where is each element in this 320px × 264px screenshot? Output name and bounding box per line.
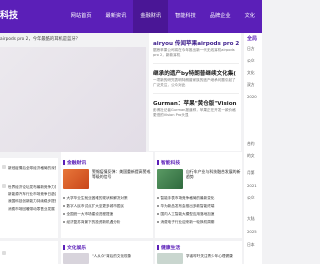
news-link-text: 全国统一大市场建设进程提速 xyxy=(66,212,114,216)
news-image[interactable] xyxy=(63,253,89,264)
sidebar-item[interactable]: 双方 xyxy=(247,82,255,88)
page: 科技 网站首页 最新资讯 金融财讯 智能科技 品牌企业 文化 airpods p… xyxy=(0,0,262,264)
section-accent xyxy=(63,160,65,165)
top-navbar: 科技 网站首页 最新资讯 金融财讯 智能科技 品牌企业 文化 xyxy=(0,0,262,33)
news-link[interactable]: 全国统一大市场建设进程提速 xyxy=(63,212,151,217)
section-accent xyxy=(157,160,159,165)
sidebar-item[interactable]: 日本 xyxy=(247,242,255,248)
section-title[interactable]: 文化娱乐 xyxy=(67,244,86,251)
section-culture: 文化娱乐 "人从众"背后的文化现象 xyxy=(61,241,153,264)
bullet-icon xyxy=(157,213,159,215)
news-link[interactable]: 数字人民币试点扩大至更多城市居民 xyxy=(63,204,151,209)
news-link-text: 数字人民币试点扩大至更多城市居民 xyxy=(66,204,125,208)
section-health: 健康生活 学者呼吁关注青少年心理健康 xyxy=(155,241,242,264)
news-image[interactable] xyxy=(63,169,89,189)
news-link[interactable]: 世界经济论坛发布最新竞争力排名 xyxy=(8,185,56,190)
section-tech: 智能科技 自行车产业与科技融合发展的新趋势 智能手表市场竞争格局的最新变化 华为… xyxy=(155,152,242,238)
news-link[interactable]: 经济复苏背景下的投资新机遇分析 xyxy=(63,220,151,225)
section-title[interactable]: 金融财讯 xyxy=(67,159,86,166)
news-link[interactable]: 智能手表市场竞争格局的最新变化 xyxy=(157,196,241,201)
sidebar-item[interactable]: 公众 xyxy=(247,58,255,64)
section-accent xyxy=(157,245,159,250)
headline-card: airyou 传闻苹果airpods pro 2， 据悉苹果公司将在今年推出新一… xyxy=(149,33,241,151)
headline-desc: 一项新的研究表明特朗普家族的遗产继承问题引起了广泛关注，公众对此 xyxy=(153,78,236,87)
nav-finance[interactable]: 金融财讯 xyxy=(133,0,169,33)
bullet-icon xyxy=(157,221,159,223)
news-link[interactable]: 新能源汽车行业市场竞争日趋激烈 xyxy=(8,192,56,197)
section-accent xyxy=(63,245,65,250)
sidebar-item[interactable]: 2020 xyxy=(247,94,257,99)
sidebar-item[interactable]: 公众 xyxy=(247,195,255,201)
divider xyxy=(153,63,239,64)
lead-news-title[interactable]: 学者呼吁关注青少年心理健康 xyxy=(186,254,241,259)
lead-news-title[interactable]: 警惕疫情反弹：美国重新提高警戒等级的信号 xyxy=(92,169,152,189)
headline-title[interactable]: Gurman：苹果"黄仓版"Vision xyxy=(153,99,239,107)
news-image[interactable] xyxy=(157,169,183,189)
site-logo[interactable]: 科技 xyxy=(0,8,18,24)
news-link-text: 国内人工智能大模型应用落地加速 xyxy=(160,212,215,216)
sidebar-item[interactable]: 文化 xyxy=(247,70,255,76)
news-link[interactable]: 华为新品发布会推出多款智能终端 xyxy=(157,204,241,209)
nav-tech[interactable]: 智能科技 xyxy=(168,0,203,33)
lead-news-title[interactable]: "人从众"背后的文化现象 xyxy=(92,254,152,259)
bullet-icon xyxy=(63,213,65,215)
nav-latest[interactable]: 最新资讯 xyxy=(99,0,134,33)
sidebar-item[interactable]: 的文 xyxy=(247,153,255,159)
news-link-text: 消费电子行业迎来新一轮换机周期 xyxy=(160,220,215,224)
nav-home[interactable]: 网站首页 xyxy=(64,0,99,33)
left-news-card: 新冠疫情后全球经济格局的深刻变化 世界经济论坛发布最新竞争力排名 新能源汽车行业… xyxy=(0,158,58,238)
sidebar-item[interactable]: 月第 xyxy=(247,170,255,176)
sidebar-item[interactable]: 2025 xyxy=(247,229,257,234)
divider xyxy=(153,93,239,94)
nav-brand[interactable]: 品牌企业 xyxy=(203,0,238,33)
hero-slider[interactable] xyxy=(0,47,146,152)
news-link[interactable]: 我国科技创新能力持续稳步提升 xyxy=(8,199,56,204)
ticker-headline[interactable]: airpods pro 2，今年最酷的耳机是蓝牙？ xyxy=(0,33,148,47)
news-link[interactable]: 新冠疫情后全球经济格局的深刻变化 xyxy=(8,166,56,171)
sidebar-item[interactable]: 日方 xyxy=(247,46,255,52)
bullet-icon xyxy=(63,205,65,207)
news-link[interactable]: 国内人工智能大模型应用落地加速 xyxy=(157,212,241,217)
bullet-icon xyxy=(63,221,65,223)
bullet-icon xyxy=(63,197,65,199)
section-title[interactable]: 智能科技 xyxy=(161,159,180,166)
lead-news-title[interactable]: 自行车产业与科技融合发展的新趋势 xyxy=(186,169,241,189)
news-link-text: 智能手表市场竞争格局的最新变化 xyxy=(160,196,215,200)
news-link[interactable]: 消费电子行业迎来新一轮换机周期 xyxy=(157,220,241,225)
news-link[interactable]: 消费市场回暖带动零售业发展 xyxy=(8,207,56,212)
headline-title[interactable]: 继承的遗产by特朗普继续文化集( xyxy=(153,69,239,77)
news-image[interactable] xyxy=(157,253,183,264)
headline-title[interactable]: airyou 传闻苹果airpods pro 2， xyxy=(153,39,239,47)
headline-desc: 据悉苹果公司将在今年推出新一代无线耳机airpods pro 2，新款耳机 xyxy=(153,48,235,57)
sidebar-item[interactable]: 合约 xyxy=(247,141,255,147)
main-nav: 网站首页 最新资讯 金融财讯 智能科技 品牌企业 文化 xyxy=(64,0,262,33)
bullet-icon xyxy=(157,197,159,199)
news-thumb xyxy=(2,251,6,255)
section-title[interactable]: 健康生活 xyxy=(161,244,180,251)
section-finance: 金融财讯 警惕疫情反弹：美国重新提高警戒等级的信号 大学毕业生就业困难的现状和解… xyxy=(61,152,153,238)
news-thumb xyxy=(2,184,6,188)
bullet-icon xyxy=(157,205,159,207)
news-link-text: 华为新品发布会推出多款智能终端 xyxy=(160,204,215,208)
sidebar-item[interactable]: 2021 xyxy=(247,183,257,188)
nav-culture[interactable]: 文化 xyxy=(238,0,262,33)
right-sidebar: 全局 日方 公众 文化 双方 2020 合约 的文 月第 2021 公众 大陆 … xyxy=(244,33,262,264)
news-thumb xyxy=(2,165,6,169)
sidebar-item[interactable]: 大陆 xyxy=(247,216,255,222)
news-link-text: 经济复苏背景下的投资新机遇分析 xyxy=(66,220,121,224)
news-link[interactable]: 大学毕业生就业困难的现状和解决对策 xyxy=(63,196,151,201)
news-link-text: 大学毕业生就业困难的现状和解决对策 xyxy=(66,196,128,200)
left-news-card-bottom xyxy=(0,241,58,264)
sidebar-title: 全局 xyxy=(247,36,258,42)
headline-desc: 彭博社记者Gurman报道称，苹果正在开发一款价格更低的Vision Pro头显 xyxy=(153,108,236,117)
